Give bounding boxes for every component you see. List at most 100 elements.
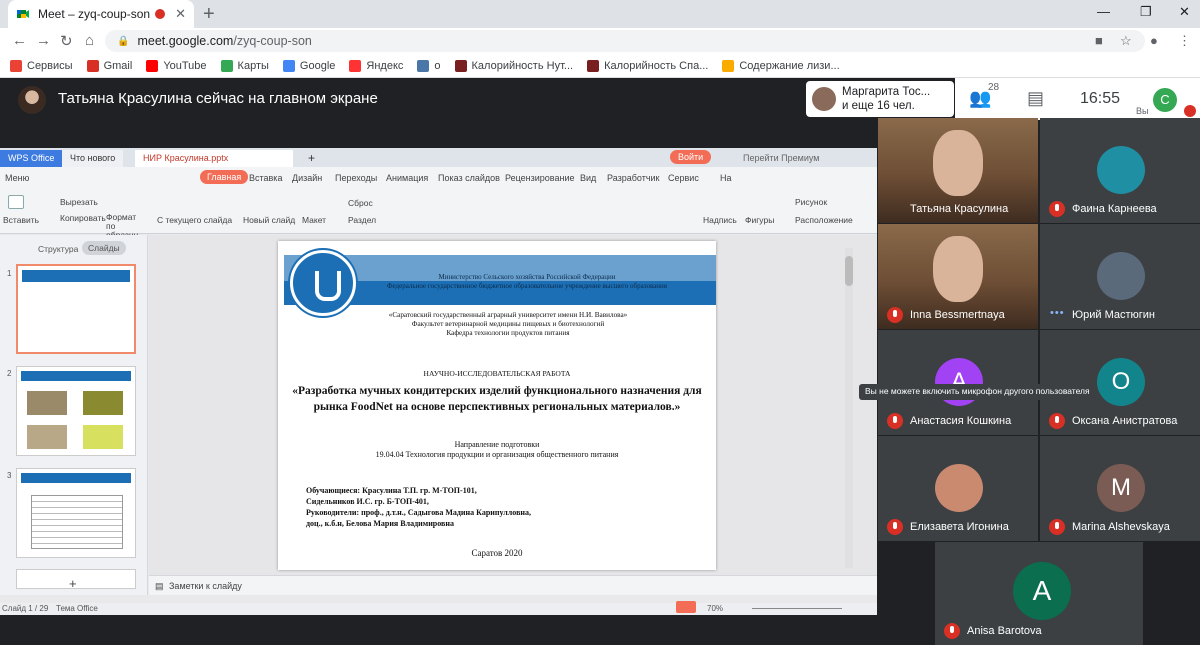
browser-tab[interactable]: Meet – zyq-coup-son ✕ (8, 0, 194, 28)
outline-tab[interactable]: Структура (38, 244, 78, 254)
back-icon[interactable]: ← (12, 32, 27, 49)
copy-button[interactable]: Копировать (60, 213, 106, 223)
ribbon-tab[interactable]: Разработчик (607, 173, 659, 183)
supervisors-line1: Руководители: проф., д.т.н., Садыгова Ма… (306, 508, 532, 517)
bookmark-icon (454, 59, 467, 72)
bookmark-item[interactable]: Gmail (86, 59, 132, 72)
ribbon-tab[interactable]: Главная (200, 170, 249, 184)
participant-tile[interactable]: ••• Юрий Мастюгин (1040, 224, 1200, 329)
participant-tile[interactable]: Фаина Карнеева (1040, 118, 1200, 223)
reload-icon[interactable]: ↻ (60, 32, 73, 50)
minimize-icon[interactable]: — (1097, 4, 1110, 19)
wps-news-tab[interactable]: Что нового (62, 150, 124, 167)
shapes-button[interactable]: Фигуры (745, 215, 774, 225)
participant-tile[interactable]: A Anisa Barotova (935, 542, 1143, 645)
pill-avatar (812, 87, 836, 111)
slide-thumbnail[interactable] (16, 264, 136, 354)
picture-button[interactable]: Рисунок (795, 197, 827, 207)
tab-close-icon[interactable]: ✕ (175, 6, 186, 22)
textbox-button[interactable]: Надпись (703, 215, 737, 225)
bookmark-item[interactable]: о (417, 59, 441, 72)
slide-panel: Структура Слайды 1 2 3 (0, 235, 148, 595)
participant-name: Фаина Карнеева (1072, 203, 1157, 215)
home-icon[interactable]: ⌂ (85, 32, 94, 49)
ribbon-tab[interactable]: Переходы (335, 173, 377, 183)
bookmark-label: Калорийность Нут... (471, 59, 574, 72)
profile-icon[interactable]: ● (1150, 33, 1158, 48)
add-slide-button[interactable]: + (69, 576, 77, 591)
paste-icon (8, 195, 24, 209)
bookmark-item[interactable]: Содержание лизи... (722, 59, 840, 72)
play-slideshow-button[interactable] (676, 601, 696, 613)
wps-home-tab[interactable]: WPS Office (0, 150, 63, 167)
bookmark-item[interactable]: Google (282, 59, 335, 72)
from-current-button[interactable]: С текущего слайда (157, 215, 232, 225)
notes-field[interactable]: Заметки к слайду (169, 581, 242, 591)
notes-bar: + ▤ Заметки к слайду (69, 575, 877, 595)
ribbon-tab[interactable]: Вставка (249, 173, 282, 183)
ribbon-tab[interactable]: Сервис (668, 173, 699, 183)
self-label: Вы (1136, 106, 1149, 116)
slide-canvas[interactable]: Министерство Сельского хозяйства Российс… (278, 241, 716, 570)
participant-tile[interactable]: О Оксана Анистратова (1040, 330, 1200, 435)
slides-tab[interactable]: Слайды (82, 241, 126, 255)
bookmark-item[interactable]: Калорийность Спа... (587, 59, 708, 72)
participant-name: Оксана Анистратова (1072, 415, 1178, 427)
bookmark-item[interactable]: Яндекс (349, 59, 403, 72)
ribbon-tab[interactable]: Показ слайдов (438, 173, 500, 183)
participant-tile[interactable]: Татьяна Красулина (878, 118, 1038, 223)
participant-tile[interactable]: Inna Bessmertnaya (878, 224, 1038, 329)
arrange-button[interactable]: Расположение (795, 215, 853, 225)
wps-new-tab[interactable]: + (300, 148, 323, 165)
wps-doc-tab[interactable]: НИР Красулина.pptx (135, 150, 293, 167)
reset-button[interactable]: Сброс (348, 198, 373, 208)
browser-menu-icon[interactable]: ⋮ (1178, 33, 1191, 49)
cut-button[interactable]: Вырезать (60, 197, 98, 207)
wps-search[interactable]: На (720, 173, 732, 183)
bookmark-item[interactable]: Калорийность Нут... (454, 59, 574, 72)
notes-icon: ▤ (155, 581, 164, 591)
editor-scrollbar[interactable] (845, 248, 853, 568)
participant-tile[interactable]: Елизавета Игонина (878, 436, 1038, 541)
wps-tabbar: WPS Office Что нового НИР Красулина.pptx… (0, 148, 877, 167)
window-close-icon[interactable]: ✕ (1179, 4, 1190, 20)
chat-icon[interactable]: ▤ (1027, 88, 1044, 109)
wps-ribbon: Вставить Вырезать Копировать Формат по о… (0, 189, 877, 240)
bookmark-label: Карты (237, 59, 269, 72)
bookmark-item[interactable]: YouTube (146, 59, 207, 72)
participant-avatar: A (1013, 562, 1071, 620)
forward-icon[interactable]: → (36, 32, 51, 49)
bookmark-item[interactable]: Сервисы (10, 59, 73, 72)
participant-tile[interactable]: А Анастасия Кошкина (878, 330, 1038, 435)
url-input[interactable]: 🔒 meet.google.com/zyq-coup-son (105, 30, 1145, 52)
bookmark-star-icon[interactable]: ☆ (1120, 33, 1132, 49)
zoom-slider[interactable] (752, 608, 842, 609)
camera-indicator-icon[interactable]: ■ (1095, 33, 1103, 48)
layout-button[interactable]: Макет (302, 215, 326, 225)
ribbon-tab[interactable]: Рецензирование (505, 173, 575, 183)
self-avatar: C (1153, 88, 1177, 112)
maximize-icon[interactable]: ❐ (1140, 4, 1152, 20)
participants-count: 28 (988, 82, 1000, 93)
slide-thumbnail[interactable] (16, 366, 136, 456)
new-tab-button[interactable]: + (203, 3, 215, 26)
wps-login-button[interactable]: Войти (670, 150, 712, 164)
participants-pill[interactable]: Маргарита Тос... и еще 16 чел. (806, 81, 954, 117)
bookmark-item[interactable]: Карты (220, 59, 269, 72)
participant-tile[interactable]: M Marina Alshevskaya (1040, 436, 1200, 541)
mic-off-icon (1049, 413, 1065, 429)
paste-button[interactable]: Вставить (3, 215, 39, 225)
wps-premium-link[interactable]: Перейти Премиум (735, 150, 827, 167)
participant-avatar (1097, 146, 1145, 194)
wps-menu[interactable]: Меню (5, 173, 29, 183)
bookmark-label: YouTube (163, 59, 207, 72)
section-button[interactable]: Раздел (348, 215, 376, 225)
ribbon-tab[interactable]: Вид (580, 173, 596, 183)
slide-thumbnail[interactable] (16, 468, 136, 558)
meet-favicon-icon (16, 7, 30, 21)
students-line1: Обучающиеся: Красулина Т.П. гр. М-ТОП-10… (306, 486, 477, 495)
new-slide-button[interactable]: Новый слайд (243, 215, 295, 225)
ribbon-tab[interactable]: Дизайн (292, 173, 322, 183)
ribbon-tab[interactable]: Анимация (386, 173, 428, 183)
pill-line1: Маргарита Тос... (842, 86, 931, 98)
